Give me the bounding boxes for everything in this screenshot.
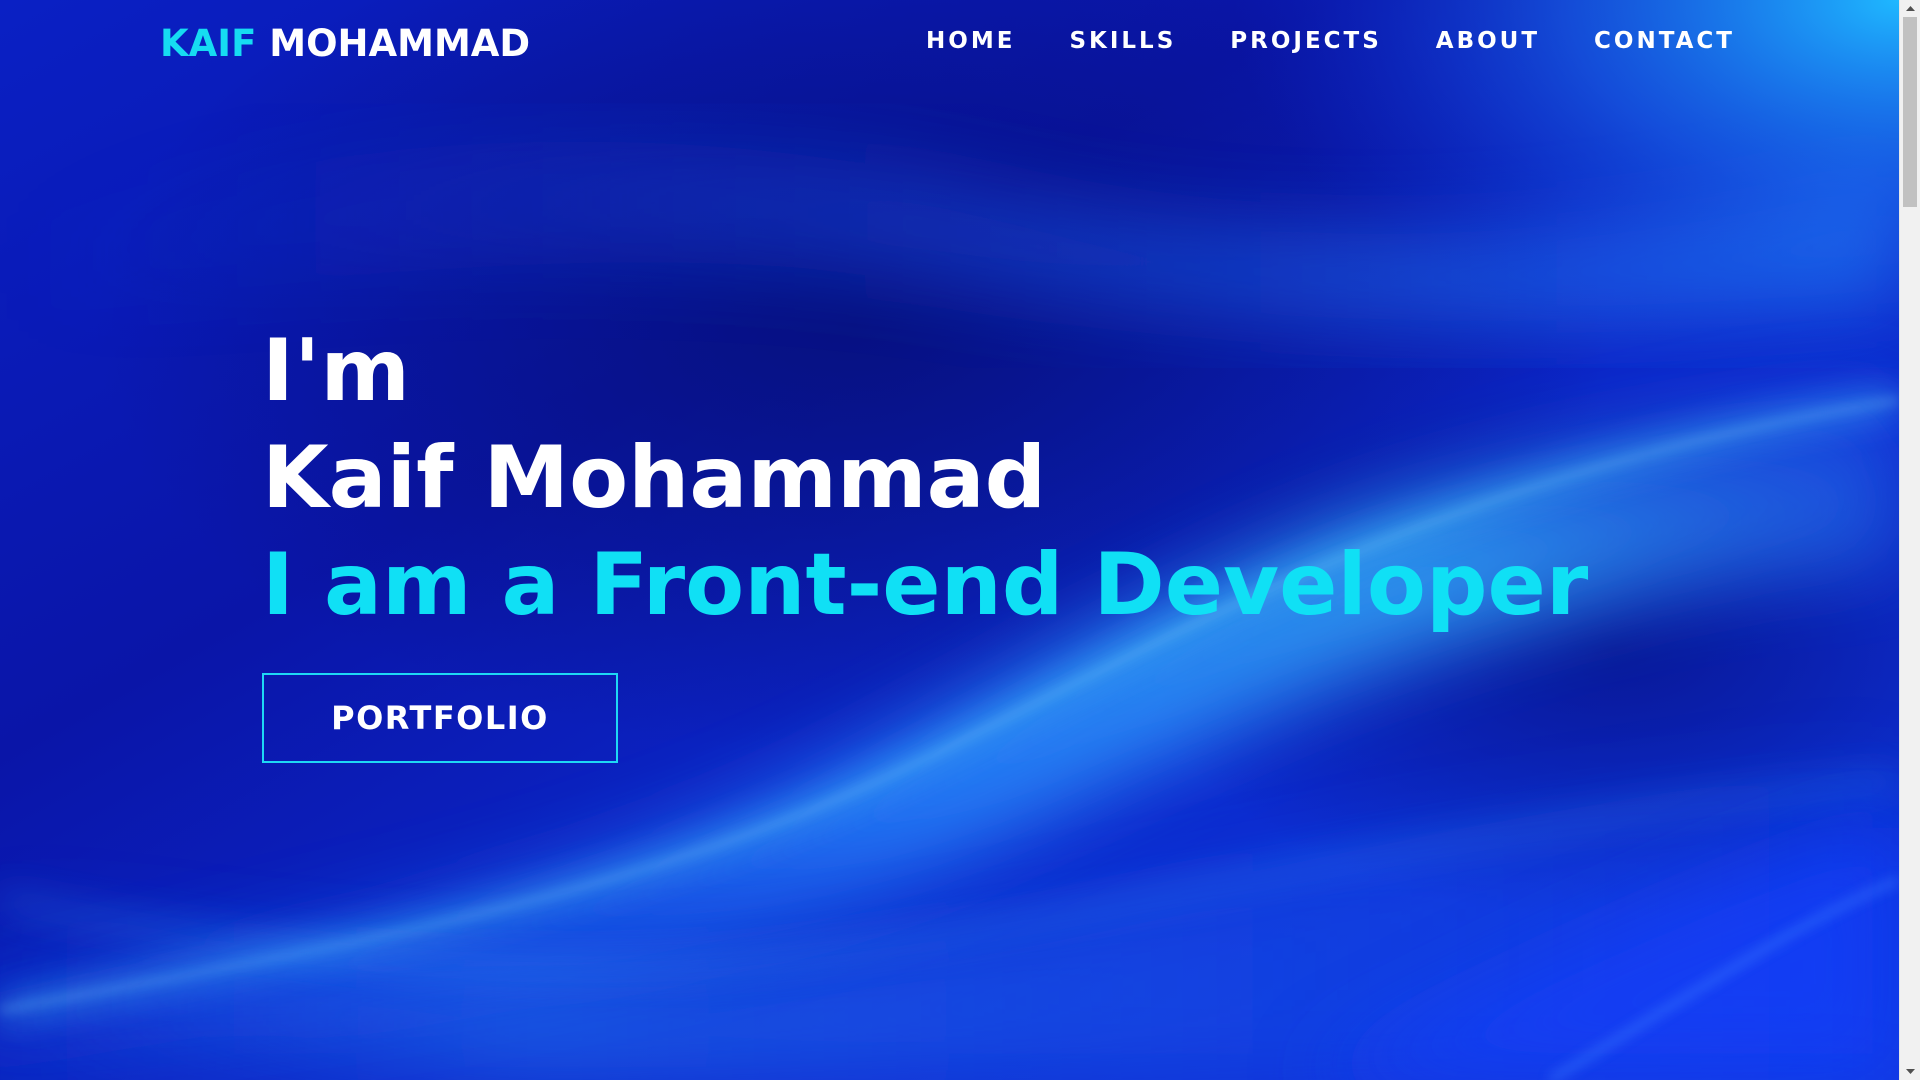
vertical-scrollbar[interactable]: [1899, 0, 1920, 1080]
hero-name: Kaif Mohammad: [262, 428, 1047, 528]
nav-home[interactable]: HOME: [926, 28, 1015, 54]
site-logo[interactable]: KAIF MOHAMMAD: [160, 22, 530, 65]
hero-page: KAIF MOHAMMAD HOME SKILLS PROJECTS ABOUT…: [0, 0, 1899, 1080]
hero-greeting: I'm: [262, 321, 410, 421]
nav-about[interactable]: ABOUT: [1436, 28, 1540, 54]
scrollbar-thumb[interactable]: [1903, 17, 1917, 207]
nav-projects[interactable]: PROJECTS: [1230, 28, 1382, 54]
portfolio-button[interactable]: PORTFOLIO: [262, 673, 618, 763]
main-nav: HOME SKILLS PROJECTS ABOUT CONTACT: [926, 28, 1735, 54]
logo-first-name: KAIF: [160, 22, 257, 65]
hero-role: I am a Front-end Developer: [262, 535, 1589, 635]
scroll-down-arrow-icon[interactable]: [1900, 1063, 1920, 1080]
logo-last-name: MOHAMMAD: [269, 22, 531, 65]
scroll-up-arrow-icon[interactable]: [1900, 0, 1920, 17]
nav-contact[interactable]: CONTACT: [1594, 28, 1735, 54]
site-header: KAIF MOHAMMAD HOME SKILLS PROJECTS ABOUT…: [0, 0, 1899, 86]
browser-viewport: KAIF MOHAMMAD HOME SKILLS PROJECTS ABOUT…: [0, 0, 1920, 1080]
nav-skills[interactable]: SKILLS: [1069, 28, 1176, 54]
hero-text: I'm Kaif Mohammad I am a Front-end Devel…: [262, 318, 1588, 639]
